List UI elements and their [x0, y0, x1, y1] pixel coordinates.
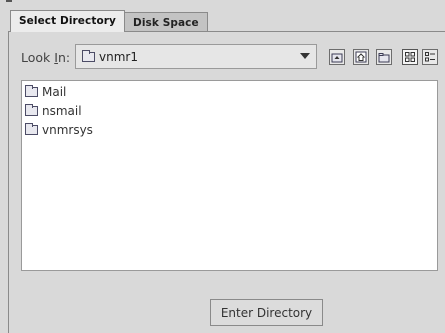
list-item-label: vnmrsys	[42, 123, 93, 137]
new-folder-icon	[378, 52, 390, 62]
tab-bar: Select Directory Disk Space	[10, 10, 208, 32]
list-item-label: nsmail	[42, 104, 82, 118]
list-view-button[interactable]	[402, 49, 418, 65]
folder-icon	[25, 85, 38, 97]
up-one-level-button[interactable]	[329, 49, 345, 65]
home-icon	[355, 51, 367, 63]
tab-select-directory[interactable]: Select Directory	[10, 10, 125, 32]
look-in-value: vnmr1	[82, 49, 138, 64]
chevron-down-icon[interactable]	[300, 53, 310, 59]
file-list[interactable]: Mail nsmail vnmrsys	[21, 80, 438, 271]
home-button[interactable]	[353, 49, 369, 65]
tab-disk-space[interactable]: Disk Space	[124, 12, 208, 32]
folder-icon	[25, 104, 38, 116]
look-in-label: Look In:	[21, 50, 71, 65]
list-view-icon	[405, 52, 415, 62]
look-in-dropdown[interactable]: vnmr1	[75, 44, 317, 69]
folder-icon	[25, 123, 38, 135]
up-folder-icon	[331, 53, 343, 62]
folder-icon	[82, 49, 95, 62]
look-in-current: vnmr1	[99, 49, 138, 64]
list-item[interactable]: Mail	[25, 83, 66, 101]
list-item[interactable]: vnmrsys	[25, 121, 93, 139]
new-folder-button[interactable]	[376, 49, 392, 65]
list-item[interactable]: nsmail	[25, 102, 82, 120]
list-item-label: Mail	[42, 85, 67, 99]
details-view-button[interactable]	[422, 49, 438, 65]
details-view-icon	[425, 52, 435, 62]
enter-directory-button[interactable]: Enter Directory	[210, 299, 323, 326]
window-edge-mark	[6, 0, 12, 2]
